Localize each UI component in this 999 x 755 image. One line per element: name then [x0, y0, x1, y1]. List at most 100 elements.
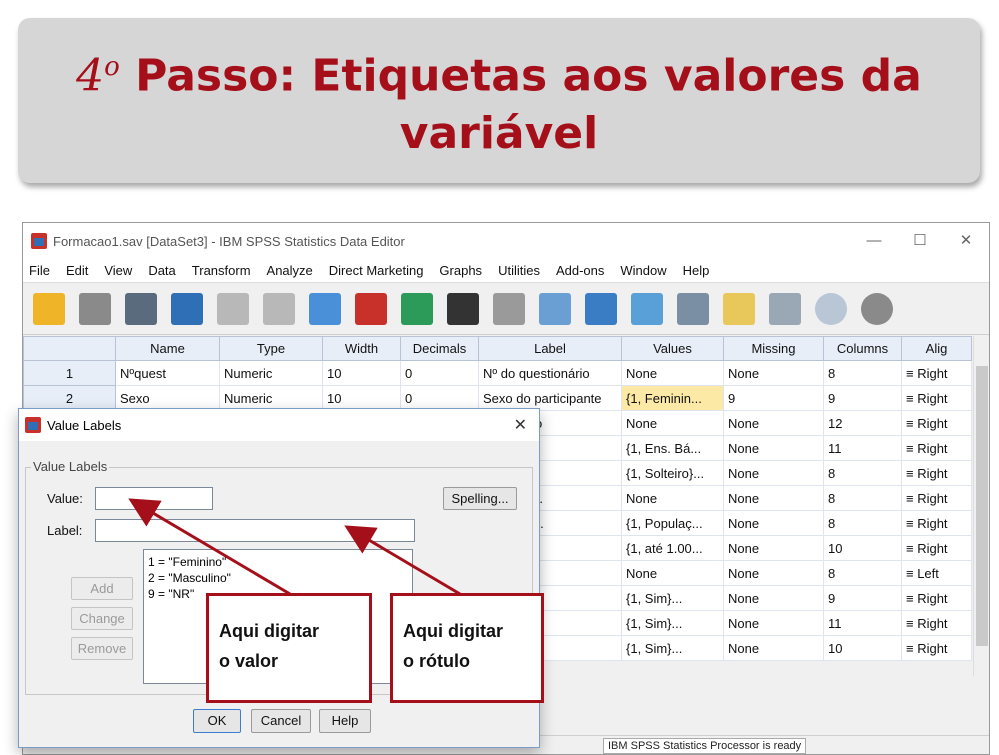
cell-values[interactable]: None	[621, 410, 724, 436]
cell-label[interactable]: Nº do questionário	[478, 360, 622, 386]
cell-columns[interactable]: 8	[823, 485, 902, 511]
cell-align[interactable]: ≡ Right	[901, 460, 972, 486]
row-number-cell[interactable]: 2	[23, 385, 116, 411]
cell-align[interactable]: ≡ Right	[901, 585, 972, 611]
cell-missing[interactable]: None	[723, 585, 824, 611]
close-icon[interactable]: ✕	[943, 223, 989, 259]
cell-columns[interactable]: 10	[823, 535, 902, 561]
scrollbar-thumb[interactable]	[976, 366, 988, 646]
cell-decimals[interactable]: 0	[400, 385, 479, 411]
cell-columns[interactable]: 8	[823, 560, 902, 586]
cancel-button[interactable]: Cancel	[251, 709, 311, 733]
cell-columns[interactable]: 12	[823, 410, 902, 436]
undo-icon[interactable]	[217, 292, 249, 325]
cell-align[interactable]: ≡ Right	[901, 360, 972, 386]
cell-missing[interactable]: None	[723, 435, 824, 461]
col-header-label[interactable]: Label	[478, 336, 622, 361]
cell-missing[interactable]: None	[723, 535, 824, 561]
cell-width[interactable]: 10	[322, 360, 401, 386]
ok-button[interactable]: OK	[193, 709, 241, 733]
menu-graphs[interactable]: Graphs	[439, 263, 482, 278]
insert-variable-icon[interactable]	[539, 292, 571, 325]
find-icon[interactable]	[447, 292, 479, 325]
cell-values[interactable]: {1, Feminin...	[621, 385, 724, 411]
cell-columns[interactable]: 8	[823, 460, 902, 486]
cell-columns[interactable]: 11	[823, 435, 902, 461]
cell-align[interactable]: ≡ Right	[901, 635, 972, 661]
help-button[interactable]: Help	[319, 709, 371, 733]
cell-values[interactable]: {1, Sim}...	[621, 635, 724, 661]
spell-check-icon[interactable]	[861, 292, 893, 325]
dialog-close-icon[interactable]: ✕	[514, 415, 527, 435]
cell-align[interactable]: ≡ Right	[901, 510, 972, 536]
cell-values[interactable]: {1, até 1.00...	[621, 535, 724, 561]
save-icon[interactable]	[79, 292, 111, 325]
menu-add-ons[interactable]: Add-ons	[556, 263, 604, 278]
cell-values[interactable]: {1, Populaç...	[621, 510, 724, 536]
variables-icon[interactable]	[401, 292, 433, 325]
minimize-icon[interactable]: —	[851, 223, 897, 259]
cell-missing[interactable]: None	[723, 360, 824, 386]
cell-columns[interactable]: 11	[823, 610, 902, 636]
cell-missing[interactable]: None	[723, 410, 824, 436]
cell-align[interactable]: ≡ Right	[901, 410, 972, 436]
cell-values[interactable]: {1, Solteiro}...	[621, 460, 724, 486]
cell-columns[interactable]: 8	[823, 510, 902, 536]
menu-utilities[interactable]: Utilities	[498, 263, 540, 278]
vertical-scrollbar[interactable]	[973, 336, 989, 676]
insert-cases-icon[interactable]	[493, 292, 525, 325]
cell-missing[interactable]: 9	[723, 385, 824, 411]
print-icon[interactable]	[125, 292, 157, 325]
cell-values[interactable]: {1, Sim}...	[621, 585, 724, 611]
col-header-missing[interactable]: Missing	[723, 336, 824, 361]
cell-columns[interactable]: 10	[823, 635, 902, 661]
cell-missing[interactable]: None	[723, 510, 824, 536]
cell-values[interactable]: {1, Ens. Bá...	[621, 435, 724, 461]
cell-missing[interactable]: None	[723, 485, 824, 511]
list-item[interactable]: 1 = "Feminino"	[148, 554, 408, 570]
cell-values[interactable]: None	[621, 560, 724, 586]
menu-file[interactable]: File	[29, 263, 50, 278]
col-header-values[interactable]: Values	[621, 336, 724, 361]
value-input[interactable]	[95, 487, 213, 510]
cell-name[interactable]: Sexo	[115, 385, 220, 411]
cell-label[interactable]: Sexo do participante	[478, 385, 622, 411]
cell-decimals[interactable]: 0	[400, 360, 479, 386]
col-header-type[interactable]: Type	[219, 336, 323, 361]
cell-values[interactable]: None	[621, 360, 724, 386]
change-button[interactable]: Change	[71, 607, 133, 630]
dialog-recall-icon[interactable]	[171, 292, 203, 325]
cell-width[interactable]: 10	[322, 385, 401, 411]
menu-edit[interactable]: Edit	[66, 263, 88, 278]
menu-window[interactable]: Window	[620, 263, 666, 278]
cell-name[interactable]: Nºquest	[115, 360, 220, 386]
menu-help[interactable]: Help	[683, 263, 710, 278]
add-button[interactable]: Add	[71, 577, 133, 600]
redo-icon[interactable]	[263, 292, 295, 325]
menu-transform[interactable]: Transform	[192, 263, 251, 278]
show-all-variables-icon[interactable]	[815, 292, 847, 325]
row-number-cell[interactable]: 1	[23, 360, 116, 386]
cell-align[interactable]: ≡ Right	[901, 610, 972, 636]
cell-align[interactable]: ≡ Right	[901, 535, 972, 561]
col-header-width[interactable]: Width	[322, 336, 401, 361]
goto-case-icon[interactable]	[309, 292, 341, 325]
cell-values[interactable]: None	[621, 485, 724, 511]
maximize-icon[interactable]: ☐	[897, 223, 943, 259]
list-item[interactable]: 2 = "Masculino"	[148, 570, 408, 586]
use-sets-icon[interactable]	[769, 292, 801, 325]
col-header-decimals[interactable]: Decimals	[400, 336, 479, 361]
cell-missing[interactable]: None	[723, 560, 824, 586]
col-header-columns[interactable]: Columns	[823, 336, 902, 361]
cell-align[interactable]: ≡ Left	[901, 560, 972, 586]
cell-align[interactable]: ≡ Right	[901, 485, 972, 511]
cell-align[interactable]: ≡ Right	[901, 435, 972, 461]
menu-analyze[interactable]: Analyze	[267, 263, 313, 278]
split-file-icon[interactable]	[585, 292, 617, 325]
col-header-align[interactable]: Alig	[901, 336, 972, 361]
open-folder-icon[interactable]	[33, 292, 65, 325]
cell-missing[interactable]: None	[723, 610, 824, 636]
remove-button[interactable]: Remove	[71, 637, 133, 660]
cell-align[interactable]: ≡ Right	[901, 385, 972, 411]
select-cases-icon[interactable]	[677, 292, 709, 325]
